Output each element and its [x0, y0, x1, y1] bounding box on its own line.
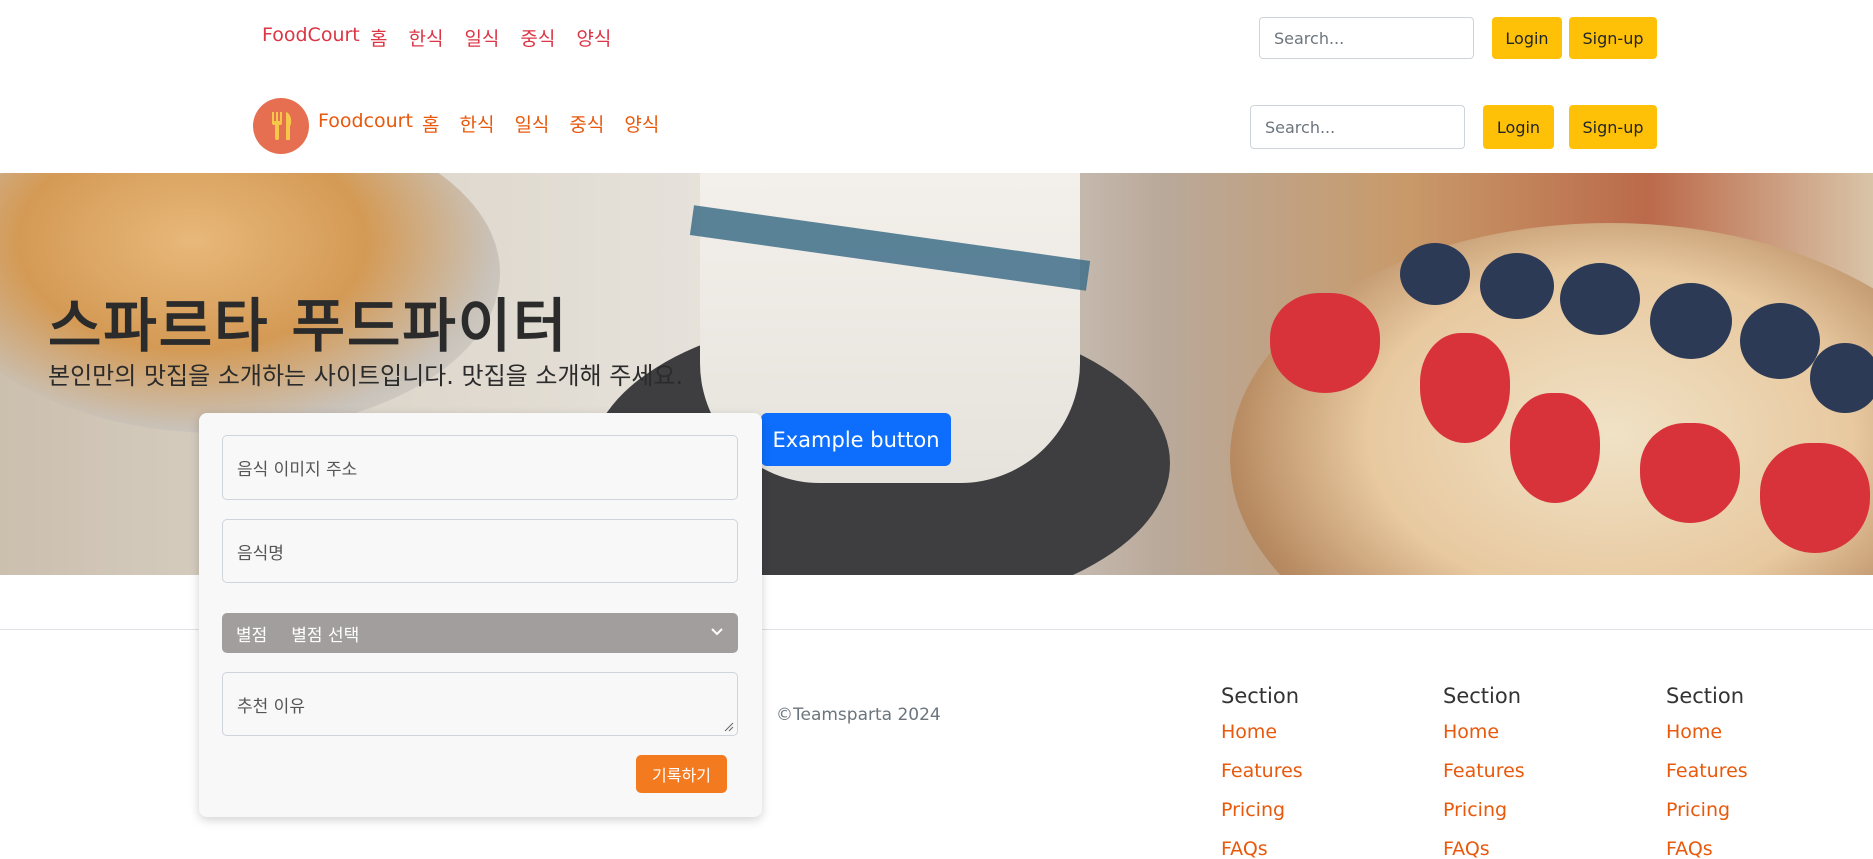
example-button[interactable]: Example button: [761, 413, 951, 466]
nav-link-korean[interactable]: 한식: [408, 24, 443, 51]
footer-link-faqs[interactable]: FAQs: [1443, 838, 1525, 859]
signup-button[interactable]: Sign-up: [1569, 105, 1657, 149]
footer-link-faqs[interactable]: FAQs: [1221, 838, 1303, 859]
food-record-form: 음식 이미지 주소 음식명 별점 별점 선택 추천 이유 기록하기: [199, 413, 762, 817]
footer-link-features[interactable]: Features: [1221, 760, 1303, 799]
footer-column: Section Home Features Pricing FAQs: [1221, 684, 1303, 859]
main-nav-links: 홈 한식 일식 중식 양식: [422, 110, 679, 137]
nav-link-home[interactable]: 홈: [370, 24, 387, 51]
reason-textarea[interactable]: 추천 이유: [222, 672, 738, 736]
nav-link-japanese[interactable]: 일식: [464, 24, 499, 51]
image-url-field[interactable]: 음식 이미지 주소: [222, 435, 738, 500]
logo[interactable]: [253, 98, 309, 154]
signup-button[interactable]: Sign-up: [1569, 17, 1657, 59]
nav-link-western[interactable]: 양식: [624, 110, 659, 137]
copyright-text: ©Teamsparta 2024: [776, 705, 941, 725]
footer-section-title: Section: [1221, 684, 1300, 708]
brand-link[interactable]: Foodcourt: [318, 110, 413, 132]
nav-link-home[interactable]: 홈: [422, 110, 439, 137]
footer-link-home[interactable]: Home: [1666, 721, 1748, 760]
resize-handle-icon[interactable]: [724, 722, 734, 732]
footer-column: Section Home Features Pricing FAQs: [1443, 684, 1525, 859]
footer-column: Section Home Features Pricing FAQs: [1666, 684, 1748, 859]
search-input[interactable]: [1259, 17, 1474, 59]
footer-link-home[interactable]: Home: [1443, 721, 1525, 760]
chevron-down-icon: [711, 628, 723, 636]
hero-title: 스파르타 푸드파이터: [48, 292, 569, 360]
rating-label: 별점: [236, 625, 268, 646]
footer-section-title: Section: [1443, 684, 1522, 708]
reason-placeholder: 추천 이유: [237, 696, 305, 717]
main-navbar: Foodcourt 홈 한식 일식 중식 양식 Login Sign-up: [0, 80, 1873, 172]
top-nav-links: 홈 한식 일식 중식 양식: [370, 24, 632, 51]
footer-link-pricing[interactable]: Pricing: [1666, 799, 1748, 838]
footer-link-features[interactable]: Features: [1443, 760, 1525, 799]
nav-link-western[interactable]: 양식: [576, 24, 611, 51]
nav-link-korean[interactable]: 한식: [459, 110, 494, 137]
rating-select[interactable]: 별점 별점 선택: [222, 613, 738, 653]
footer-link-home[interactable]: Home: [1221, 721, 1303, 760]
top-navbar: FoodCourt 홈 한식 일식 중식 양식 Login Sign-up: [0, 0, 1873, 76]
login-button[interactable]: Login: [1483, 105, 1554, 149]
hero-subtitle: 본인만의 맛집을 소개하는 사이트입니다. 맛집을 소개해 주세요.: [48, 362, 684, 390]
rating-value: 별점 선택: [291, 625, 360, 646]
footer-link-features[interactable]: Features: [1666, 760, 1748, 799]
footer-link-faqs[interactable]: FAQs: [1666, 838, 1748, 859]
login-button[interactable]: Login: [1492, 17, 1562, 59]
brand-link[interactable]: FoodCourt: [262, 24, 360, 46]
search-input[interactable]: [1250, 105, 1465, 149]
nav-link-chinese[interactable]: 중식: [569, 110, 604, 137]
footer-link-pricing[interactable]: Pricing: [1221, 799, 1303, 838]
nav-link-chinese[interactable]: 중식: [520, 24, 555, 51]
submit-button[interactable]: 기록하기: [636, 755, 727, 793]
footer-section-title: Section: [1666, 684, 1745, 708]
fork-knife-icon: [272, 112, 292, 140]
footer-link-pricing[interactable]: Pricing: [1443, 799, 1525, 838]
nav-link-japanese[interactable]: 일식: [514, 110, 549, 137]
food-name-field[interactable]: 음식명: [222, 519, 738, 583]
